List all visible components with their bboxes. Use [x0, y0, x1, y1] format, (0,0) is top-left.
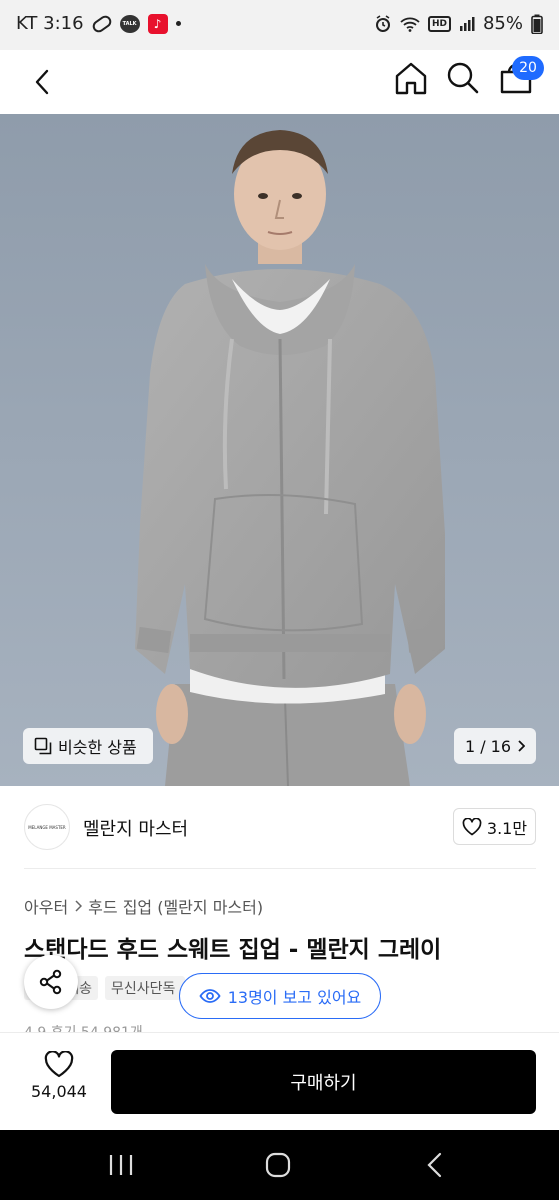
app-notification-icon: ♪ — [147, 13, 168, 34]
brand-like-count: 3.1만 — [486, 818, 528, 838]
recent-apps-button[interactable] — [108, 1152, 134, 1178]
breadcrumb: 아우터 후드 집업 (멜란지 마스터) — [24, 894, 263, 918]
alarm-icon — [375, 14, 390, 32]
rating-summary: 4.9 후기 54,981개 — [24, 1022, 143, 1032]
talk-icon: TALK — [119, 14, 140, 33]
eye-icon — [199, 989, 221, 1003]
purchase-bar: 54,044 구매하기 — [0, 1032, 559, 1130]
battery-icon — [531, 14, 543, 34]
status-right: HD 85% — [374, 13, 543, 34]
brand-logo[interactable]: MELANGE MASTER — [24, 804, 70, 850]
system-nav-bar — [0, 1130, 559, 1200]
hd-icon: HD — [427, 15, 451, 32]
share-button[interactable] — [24, 955, 78, 1009]
image-counter[interactable]: 1 / 16 — [454, 728, 536, 764]
home-circle-icon — [265, 1152, 291, 1178]
viewers-text: 13명이 보고 있어요 — [227, 988, 362, 1007]
divider — [24, 868, 536, 869]
home-icon — [395, 62, 427, 95]
breadcrumb-category[interactable]: 아우터 — [24, 894, 68, 918]
chevron-right-icon — [518, 740, 526, 752]
pill-icon — [89, 12, 114, 35]
system-home-button[interactable] — [265, 1152, 291, 1178]
home-button[interactable] — [392, 59, 430, 97]
brand-row[interactable]: MELANGE MASTER 멜란지 마스터 3.1만 — [0, 786, 559, 870]
status-left: KT 3:16 TALK ♪ — [16, 12, 181, 35]
back-button[interactable] — [24, 62, 60, 102]
product-photo — [0, 114, 559, 786]
image-counter-text: 1 / 16 — [464, 736, 512, 756]
chevron-right-icon — [75, 900, 83, 912]
chevron-left-icon — [35, 69, 49, 95]
viewers-indicator: 13명이 보고 있어요 — [179, 973, 381, 1019]
more-notifications-icon — [175, 21, 181, 26]
status-bar: KT 3:16 TALK ♪ HD 85% — [0, 0, 559, 50]
wishlist-count: 54,044 — [31, 1082, 87, 1101]
share-icon — [39, 969, 62, 995]
signal-icon — [459, 16, 475, 31]
wifi-icon — [400, 17, 420, 32]
back-arrow-icon — [427, 1152, 442, 1178]
system-back-button[interactable] — [422, 1152, 448, 1178]
exclusive-tag: 무신사단독 — [105, 976, 185, 1000]
heart-outline-icon — [462, 817, 482, 835]
brand-name[interactable]: 멜란지 마스터 — [83, 815, 188, 841]
brand-logo-text: MELANGE MASTER — [28, 824, 66, 830]
breadcrumb-subcategory[interactable]: 후드 집업 (멜란지 마스터) — [88, 894, 263, 918]
heart-outline-icon — [44, 1051, 74, 1078]
carrier-time: KT 3:16 — [16, 13, 84, 34]
cart-count-badge: 20 — [512, 56, 544, 80]
buy-button[interactable]: 구매하기 — [111, 1050, 536, 1114]
search-icon — [447, 62, 479, 94]
exclusive-tag-label: 무신사단독 — [111, 981, 176, 997]
similar-products-button[interactable]: 비슷한 상품 — [23, 728, 153, 764]
recent-apps-icon — [109, 1155, 133, 1175]
product-title: 스탠다드 후드 스웨트 집업 - 멜란지 그레이 — [24, 937, 442, 963]
similar-products-label: 비슷한 상품 — [58, 738, 137, 757]
wishlist-button[interactable]: 54,044 — [20, 1051, 98, 1115]
search-button[interactable] — [445, 59, 481, 97]
battery-percent: 85% — [482, 13, 523, 34]
app-header: 20 — [0, 50, 559, 114]
copy-icon — [34, 737, 52, 755]
product-image[interactable]: 비슷한 상품 1 / 16 — [0, 114, 559, 786]
brand-like-button[interactable]: 3.1만 — [453, 808, 536, 845]
